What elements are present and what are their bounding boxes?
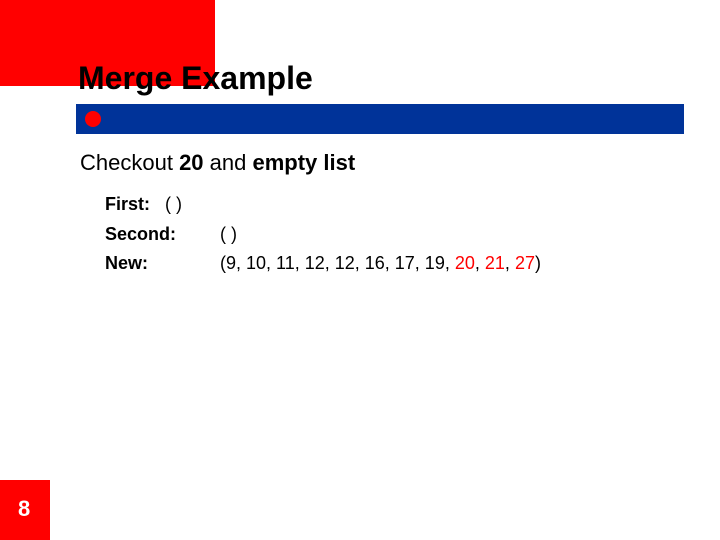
row-second: Second: ( ) <box>105 220 700 250</box>
subtitle-mid: and <box>204 150 253 175</box>
value-new: (9, 10, 11, 12, 12, 16, 17, 19, 20, 21, … <box>220 249 541 279</box>
label-second: Second: <box>105 220 190 250</box>
value-first: ( ) <box>165 190 182 220</box>
subtitle-prefix: Checkout <box>80 150 179 175</box>
row-new: New: (9, 10, 11, 12, 12, 16, 17, 19, 20,… <box>105 249 700 279</box>
label-new: New: <box>105 249 190 279</box>
subtitle-number: 20 <box>179 150 203 175</box>
content-area: First: ( ) Second: ( ) New: (9, 10, 11, … <box>105 190 700 279</box>
label-first: First: <box>105 190 165 220</box>
value-second: ( ) <box>220 220 237 250</box>
new-sep1: , <box>475 253 485 273</box>
new-prefix: (9, 10, 11, 12, 12, 16, 17, 19, <box>220 253 455 273</box>
new-suffix: ) <box>535 253 541 273</box>
title-underline-bar <box>76 104 684 134</box>
subtitle-phrase: empty list <box>252 150 355 175</box>
new-sep2: , <box>505 253 515 273</box>
bullet-icon <box>85 111 101 127</box>
row-first: First: ( ) <box>105 190 700 220</box>
new-h2: 21 <box>485 253 505 273</box>
slide-title: Merge Example <box>78 60 700 97</box>
subtitle: Checkout 20 and empty list <box>80 150 355 176</box>
new-h1: 20 <box>455 253 475 273</box>
new-h3: 27 <box>515 253 535 273</box>
page-number: 8 <box>18 496 30 522</box>
